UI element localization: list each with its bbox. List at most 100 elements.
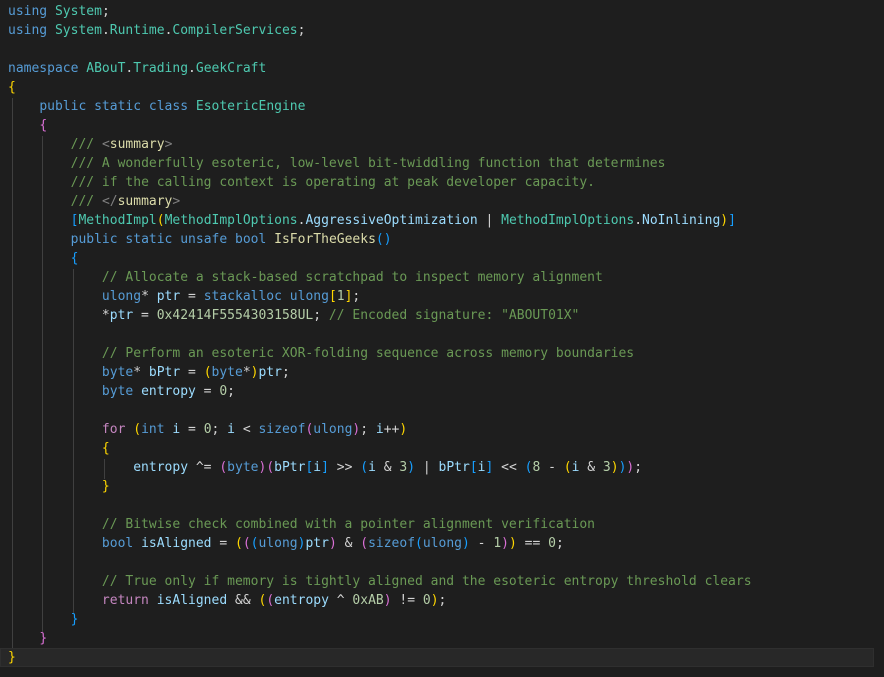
code-token: ) <box>430 593 439 608</box>
code-line[interactable]: byte* bPtr = (byte*)ptr; <box>8 363 884 382</box>
code-token: = <box>133 308 157 323</box>
code-lines[interactable]: using System; using System.Runtime.Compil… <box>0 2 884 667</box>
code-token: isAligned <box>141 536 212 551</box>
code-token: ^ <box>328 593 353 608</box>
code-token: * <box>101 308 110 323</box>
code-line[interactable]: return isAligned && ((entropy ^ 0xAB) !=… <box>8 591 884 610</box>
code-line[interactable]: byte entropy = 0; <box>8 382 884 401</box>
code-line[interactable]: // Bitwise check combined with a pointer… <box>8 515 884 534</box>
code-token: ( <box>563 460 572 475</box>
code-token: = <box>211 536 235 551</box>
code-line[interactable]: } <box>8 477 884 496</box>
code-line[interactable]: ​ <box>8 325 884 344</box>
code-token: bPtr <box>438 460 470 475</box>
code-token: ] <box>728 213 736 228</box>
code-token: } <box>39 631 48 646</box>
code-token: for <box>101 422 126 437</box>
code-token: int <box>141 422 165 437</box>
code-line[interactable]: /// if the calling context is operating … <box>8 173 884 192</box>
code-editor[interactable]: using System; using System.Runtime.Compil… <box>0 0 884 677</box>
code-line[interactable]: [MethodImpl(MethodImplOptions.Aggressive… <box>8 211 884 230</box>
code-token: 1 <box>493 536 502 551</box>
code-line[interactable]: ​ <box>8 553 884 572</box>
code-token: ; <box>227 384 235 399</box>
code-token: IsForTheGeeks <box>274 232 376 247</box>
code-token: class <box>148 99 189 114</box>
code-token: = <box>180 289 204 304</box>
code-token: && <box>227 593 259 608</box>
code-token: MethodImpl <box>78 213 157 228</box>
code-token: 0 <box>422 593 431 608</box>
code-token: isAligned <box>156 593 228 608</box>
code-line[interactable]: } <box>0 648 874 667</box>
code-line[interactable]: ​ <box>8 401 884 420</box>
code-token: 0 <box>219 384 228 399</box>
code-line[interactable]: { <box>8 249 884 268</box>
code-line[interactable]: { <box>8 439 884 458</box>
code-line[interactable]: ​ <box>8 496 884 515</box>
code-token: >> <box>328 460 361 475</box>
code-line[interactable]: public static class EsotericEngine <box>8 97 884 116</box>
code-token: ABouT <box>86 61 126 76</box>
code-token: } <box>8 650 16 665</box>
code-token: ulong <box>101 289 142 304</box>
code-line[interactable]: } <box>8 610 884 629</box>
code-line[interactable]: namespace ABouT.Trading.GeekCraft <box>8 59 884 78</box>
code-token: { <box>101 441 110 456</box>
code-token: // Allocate a stack-based scratchpad to … <box>101 270 603 285</box>
code-line[interactable]: { <box>8 78 884 97</box>
code-token: i <box>477 460 486 475</box>
code-line[interactable]: public static unsafe bool IsForTheGeeks(… <box>8 230 884 249</box>
code-line[interactable]: // True only if memory is tightly aligne… <box>8 572 884 591</box>
code-line[interactable]: bool isAligned = (((ulong)ptr) & (sizeof… <box>8 534 884 553</box>
code-line[interactable]: for (int i = 0; i < sizeof(ulong); i++) <box>8 420 884 439</box>
code-token: i <box>227 422 235 437</box>
code-token: ( <box>242 536 251 551</box>
code-token: > <box>172 194 181 209</box>
code-token: /// A wonderfully esoteric, low-level bi… <box>70 156 666 171</box>
code-line[interactable]: ​ <box>8 40 884 59</box>
code-line[interactable]: /// <summary> <box>8 135 884 154</box>
code-token: ) <box>407 460 416 475</box>
code-line[interactable]: using System; <box>8 2 884 21</box>
code-line[interactable]: *ptr = 0x42414F5554303158UL; // Encoded … <box>8 306 884 325</box>
code-line[interactable]: /// </summary> <box>8 192 884 211</box>
code-token: entropy <box>274 593 329 608</box>
code-line[interactable]: entropy ^= (byte)(bPtr[i] >> (i & 3) | b… <box>8 458 884 477</box>
code-token: } <box>70 612 79 627</box>
code-token: ( <box>360 536 369 551</box>
code-line[interactable]: { <box>8 116 884 135</box>
code-token: i <box>368 460 376 475</box>
code-token: ptr <box>305 536 329 551</box>
code-token: [ <box>469 460 478 475</box>
code-token: ++ <box>383 422 400 437</box>
code-token: summary <box>117 194 173 209</box>
code-line[interactable]: // Perform an esoteric XOR-folding seque… <box>8 344 884 363</box>
code-token: // True only if memory is tightly aligne… <box>101 574 752 589</box>
code-line[interactable]: using System.Runtime.CompilerServices; <box>8 21 884 40</box>
code-line[interactable]: ulong* ptr = stackalloc ulong[1]; <box>8 287 884 306</box>
code-line[interactable]: /// A wonderfully esoteric, low-level bi… <box>8 154 884 173</box>
code-token: ( <box>360 460 369 475</box>
code-token: ) <box>610 460 619 475</box>
code-token: ] <box>321 460 329 475</box>
code-line[interactable]: } <box>8 629 884 648</box>
code-token: MethodImplOptions <box>164 213 298 228</box>
code-token: ) <box>399 422 408 437</box>
code-token: () <box>375 232 392 247</box>
code-token: System <box>54 4 102 19</box>
code-token: ulong <box>422 536 463 551</box>
code-line[interactable]: // Allocate a stack-based scratchpad to … <box>8 268 884 287</box>
